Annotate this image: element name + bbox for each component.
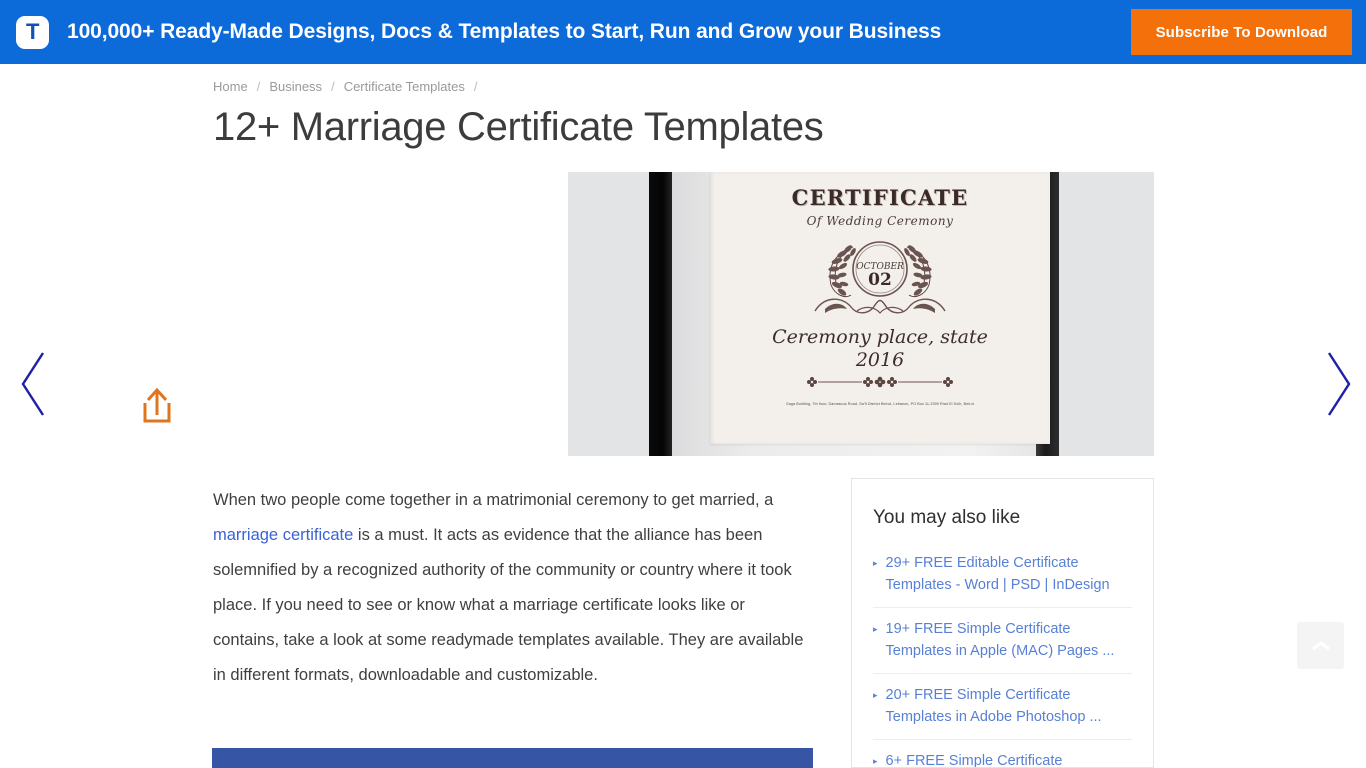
breadcrumb-separator-trailing: / bbox=[473, 79, 478, 94]
share-upload-icon bbox=[143, 387, 171, 423]
bottom-blue-banner[interactable] bbox=[212, 748, 813, 768]
related-link[interactable]: 20+ FREE Simple Certificate Templates in… bbox=[886, 685, 1132, 728]
list-item[interactable]: ▸ 19+ FREE Simple Certificate Templates … bbox=[873, 608, 1132, 674]
article-text-before-link: When two people come together in a matri… bbox=[213, 491, 774, 509]
site-logo[interactable]: T bbox=[16, 15, 49, 49]
caret-right-icon: ▸ bbox=[873, 558, 878, 568]
breadcrumb: Home / Business / Certificate Templates … bbox=[213, 79, 486, 94]
certificate-heading: CERTIFICATE bbox=[791, 185, 969, 210]
carousel-next-arrow[interactable] bbox=[1322, 350, 1354, 418]
certificate-divider bbox=[790, 375, 970, 393]
certificate-paper: CERTIFICATE Of Wedding Ceremony OCTOBER … bbox=[710, 172, 1050, 444]
list-item[interactable]: ▸ 29+ FREE Editable Certificate Template… bbox=[873, 542, 1132, 608]
chevron-up-icon bbox=[1311, 640, 1330, 650]
breadcrumb-item-business[interactable]: Business bbox=[269, 79, 322, 94]
related-links-list: ▸ 29+ FREE Editable Certificate Template… bbox=[873, 542, 1132, 767]
share-button[interactable] bbox=[137, 385, 177, 429]
article-text-after-link: is a must. It acts as evidence that the … bbox=[213, 526, 804, 684]
breadcrumb-item-home[interactable]: Home bbox=[213, 79, 248, 94]
caret-right-icon: ▸ bbox=[873, 624, 878, 634]
chevron-right-icon bbox=[1327, 352, 1351, 416]
breadcrumb-separator: / bbox=[331, 79, 335, 94]
related-link[interactable]: 6+ FREE Simple Certificate bbox=[886, 751, 1063, 767]
carousel-prev-arrow[interactable] bbox=[18, 350, 50, 418]
subscribe-to-download-button[interactable]: Subscribe To Download bbox=[1131, 9, 1352, 55]
scroll-to-top-button[interactable] bbox=[1297, 622, 1344, 669]
top-promo-bar: T 100,000+ Ready-Made Designs, Docs & Te… bbox=[0, 0, 1366, 64]
marriage-certificate-link[interactable]: marriage certificate bbox=[213, 526, 353, 544]
caret-right-icon: ▸ bbox=[873, 690, 878, 700]
related-link[interactable]: 29+ FREE Editable Certificate Templates … bbox=[886, 553, 1132, 596]
promo-tagline: 100,000+ Ready-Made Designs, Docs & Temp… bbox=[67, 20, 942, 43]
frame-edge-left bbox=[649, 172, 672, 456]
you-may-also-like-card: You may also like ▸ 29+ FREE Editable Ce… bbox=[851, 478, 1154, 768]
caret-right-icon: ▸ bbox=[873, 756, 878, 766]
ornament-divider-icon bbox=[807, 376, 953, 388]
certificate-year: 2016 bbox=[855, 349, 905, 371]
certificate-day: 02 bbox=[868, 270, 892, 290]
article-paragraph: When two people come together in a matri… bbox=[213, 483, 813, 693]
list-item[interactable]: ▸ 6+ FREE Simple Certificate bbox=[873, 740, 1132, 767]
certificate-crest: OCTOBER 02 bbox=[795, 233, 965, 324]
page-title: 12+ Marriage Certificate Templates bbox=[213, 105, 824, 149]
certificate-fine-print: Saga Building, 7th floor, Damascus Road,… bbox=[786, 401, 974, 407]
chevron-left-icon bbox=[21, 352, 45, 416]
breadcrumb-separator: / bbox=[256, 79, 261, 94]
logo-letter: T bbox=[26, 19, 39, 44]
laurel-wreath-icon: OCTOBER 02 bbox=[814, 241, 946, 314]
certificate-place: Ceremony place, state bbox=[772, 326, 988, 348]
related-link[interactable]: 19+ FREE Simple Certificate Templates in… bbox=[886, 619, 1132, 662]
sidebar-heading: You may also like bbox=[873, 507, 1021, 528]
list-item[interactable]: ▸ 20+ FREE Simple Certificate Templates … bbox=[873, 674, 1132, 740]
certificate-subheading: Of Wedding Ceremony bbox=[806, 214, 954, 228]
breadcrumb-item-certificate-templates[interactable]: Certificate Templates bbox=[344, 79, 465, 94]
certificate-preview-image[interactable]: CERTIFICATE Of Wedding Ceremony OCTOBER … bbox=[568, 172, 1154, 456]
